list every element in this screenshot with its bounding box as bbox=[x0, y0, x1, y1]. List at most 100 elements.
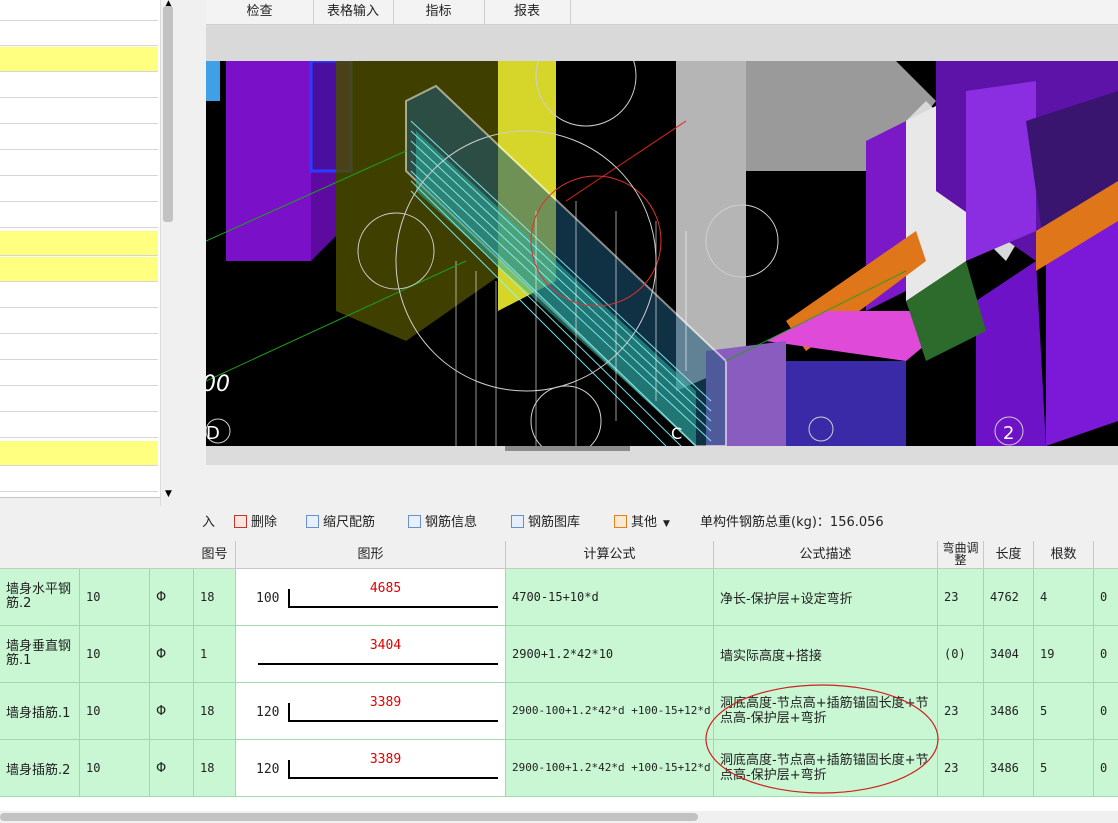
cell-diameter[interactable]: 10 bbox=[80, 569, 150, 626]
list-item[interactable] bbox=[0, 125, 158, 150]
list-item[interactable] bbox=[0, 0, 158, 21]
delete-icon bbox=[234, 515, 247, 528]
cell-count[interactable]: 4 bbox=[1034, 569, 1094, 626]
table-row[interactable]: 墙身水平钢筋.2 10 Φ 18 100 4685 4700-15+10*d 净… bbox=[0, 569, 1118, 626]
cell-grade[interactable]: Φ bbox=[150, 626, 194, 683]
cell-length[interactable]: 4762 bbox=[984, 569, 1034, 626]
cell-diameter[interactable]: 10 bbox=[80, 683, 150, 740]
rebar-info-button[interactable]: 钢筋信息 bbox=[408, 514, 477, 532]
list-item[interactable] bbox=[0, 309, 158, 334]
shape-main-length: 3404 bbox=[369, 638, 402, 653]
cell-name[interactable]: 墙身插筋.1 bbox=[0, 683, 80, 740]
list-item[interactable] bbox=[0, 387, 158, 412]
splitter-grip[interactable] bbox=[505, 446, 630, 451]
list-item[interactable] bbox=[0, 21, 158, 46]
cell-formula[interactable]: 2900-100+1.2*42*d +100-15+12*d bbox=[506, 683, 714, 740]
shape-bar bbox=[258, 663, 498, 665]
cell-figure-no[interactable]: 18 bbox=[194, 683, 236, 740]
cell-extra[interactable]: 0 bbox=[1094, 569, 1118, 626]
list-item-highlighted[interactable] bbox=[0, 257, 158, 282]
list-item[interactable] bbox=[0, 73, 158, 98]
cell-extra[interactable]: 0 bbox=[1094, 683, 1118, 740]
list-item[interactable] bbox=[0, 177, 158, 202]
list-item-highlighted[interactable] bbox=[0, 441, 158, 466]
cell-shape[interactable]: 120 3389 bbox=[236, 740, 506, 797]
table-row[interactable]: 墙身插筋.2 10 Φ 18 120 3389 2900-100+1.2*42*… bbox=[0, 740, 1118, 797]
view-header-strip bbox=[206, 25, 1118, 61]
header-length[interactable]: 长度 bbox=[984, 541, 1034, 569]
cell-count[interactable]: 19 bbox=[1034, 626, 1094, 683]
cell-extra[interactable]: 0 bbox=[1094, 626, 1118, 683]
total-weight: 单构件钢筋总重(kg)：156.056 bbox=[700, 515, 884, 530]
menu-table-input[interactable]: 表格输入 bbox=[313, 0, 394, 24]
scroll-down-icon[interactable]: ▼ bbox=[160, 488, 177, 500]
cell-length[interactable]: 3486 bbox=[984, 740, 1034, 797]
other-label: 其他 bbox=[631, 515, 658, 530]
cell-formula[interactable]: 2900-100+1.2*42*d +100-15+12*d bbox=[506, 740, 714, 797]
cell-formula[interactable]: 4700-15+10*d bbox=[506, 569, 714, 626]
menu-indicators[interactable]: 指标 bbox=[393, 0, 485, 24]
header-extra[interactable] bbox=[1094, 541, 1118, 569]
cell-grade[interactable]: Φ bbox=[150, 683, 194, 740]
cell-description[interactable]: 墙实际高度+搭接 bbox=[714, 626, 938, 683]
library-icon bbox=[511, 515, 524, 528]
cell-diameter[interactable]: 10 bbox=[80, 626, 150, 683]
rebar-library-button[interactable]: 钢筋图库 bbox=[511, 514, 580, 532]
cell-shape[interactable]: 100 4685 bbox=[236, 569, 506, 626]
cell-name[interactable]: 墙身插筋.2 bbox=[0, 740, 80, 797]
list-item[interactable] bbox=[0, 283, 158, 308]
cell-grade[interactable]: Φ bbox=[150, 740, 194, 797]
cell-description[interactable]: 净长-保护层+设定弯折 bbox=[714, 569, 938, 626]
menu-check[interactable]: 检查 bbox=[206, 0, 314, 24]
list-item-highlighted[interactable] bbox=[0, 47, 158, 72]
panel-gap bbox=[206, 465, 1118, 505]
header-figure-no[interactable]: 图号 bbox=[194, 541, 236, 569]
cell-length[interactable]: 3486 bbox=[984, 683, 1034, 740]
list-item[interactable] bbox=[0, 361, 158, 386]
other-dropdown[interactable]: 其他 ▼ bbox=[614, 514, 670, 532]
header-count[interactable]: 根数 bbox=[1034, 541, 1094, 569]
list-item[interactable] bbox=[0, 99, 158, 124]
scrollbar-thumb[interactable] bbox=[0, 813, 698, 821]
cell-name[interactable]: 墙身水平钢筋.2 bbox=[0, 569, 80, 626]
view-splitter[interactable] bbox=[206, 446, 1118, 465]
cell-figure-no[interactable]: 1 bbox=[194, 626, 236, 683]
cell-shape[interactable]: 120 3389 bbox=[236, 683, 506, 740]
cell-diameter[interactable]: 10 bbox=[80, 740, 150, 797]
cell-figure-no[interactable]: 18 bbox=[194, 740, 236, 797]
cell-grade[interactable]: Φ bbox=[150, 569, 194, 626]
cell-count[interactable]: 5 bbox=[1034, 683, 1094, 740]
list-item[interactable] bbox=[0, 203, 158, 228]
header-bend-adjust[interactable]: 弯曲调整 bbox=[938, 541, 984, 569]
cell-formula[interactable]: 2900+1.2*42*10 bbox=[506, 626, 714, 683]
scale-rebar-button[interactable]: 缩尺配筋 bbox=[306, 514, 375, 532]
delete-label: 删除 bbox=[251, 515, 278, 530]
cell-extra[interactable]: 0 bbox=[1094, 740, 1118, 797]
list-item[interactable] bbox=[0, 151, 158, 176]
cell-bend[interactable]: 23 bbox=[938, 569, 984, 626]
cell-count[interactable]: 5 bbox=[1034, 740, 1094, 797]
list-item[interactable] bbox=[0, 335, 158, 360]
insert-button-fragment[interactable]: 入 bbox=[202, 514, 215, 532]
axis-label: 00 bbox=[206, 372, 230, 397]
delete-button[interactable]: 删除 bbox=[234, 514, 277, 532]
cell-length[interactable]: 3404 bbox=[984, 626, 1034, 683]
list-item[interactable] bbox=[0, 467, 158, 492]
3d-model-view[interactable]: 00 D C 2 bbox=[206, 61, 1118, 446]
cell-bend[interactable]: (0) bbox=[938, 626, 984, 683]
cell-name[interactable]: 墙身垂直钢筋.1 bbox=[0, 626, 80, 683]
cell-shape[interactable]: 3404 bbox=[236, 626, 506, 683]
table-row[interactable]: 墙身插筋.1 10 Φ 18 120 3389 2900-100+1.2*42*… bbox=[0, 683, 1118, 740]
cell-figure-no[interactable]: 18 bbox=[194, 569, 236, 626]
list-item-highlighted[interactable] bbox=[0, 231, 158, 256]
header-formula[interactable]: 计算公式 bbox=[506, 541, 714, 569]
chevron-down-icon: ▼ bbox=[663, 519, 670, 529]
header-description[interactable]: 公式描述 bbox=[714, 541, 938, 569]
header-shape[interactable]: 图形 bbox=[236, 541, 506, 569]
component-list[interactable] bbox=[0, 0, 162, 498]
scrollbar-thumb[interactable] bbox=[163, 6, 173, 222]
shape-bar bbox=[288, 720, 498, 722]
table-row[interactable]: 墙身垂直钢筋.1 10 Φ 1 3404 2900+1.2*42*10 墙实际高… bbox=[0, 626, 1118, 683]
list-item[interactable] bbox=[0, 413, 158, 438]
menu-reports[interactable]: 报表 bbox=[484, 0, 571, 24]
